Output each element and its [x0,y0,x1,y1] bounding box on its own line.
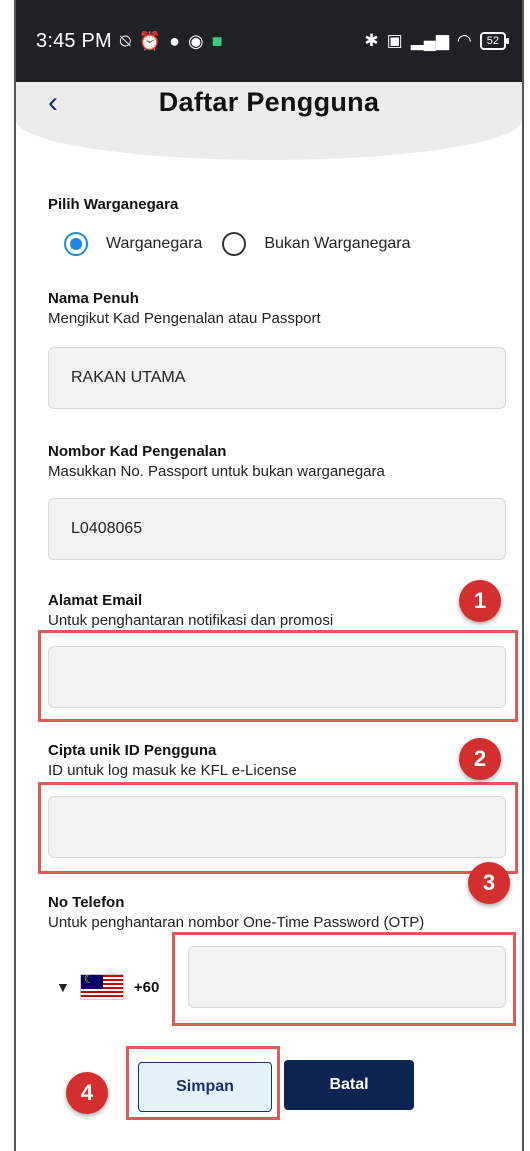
phone-label: No Telefon [48,894,125,911]
malaysia-flag-icon [79,974,124,1000]
phone-screen: 3:45 PM ⍉ ⏰ ● ◉ ■ ✱ ▣ ▂▄▆ ◠ 52 ‹ Daftar … [14,0,524,1151]
annotation-badge-1: 1 [459,580,501,622]
cancel-button[interactable]: Batal [284,1060,414,1110]
user-id-field[interactable] [48,796,506,858]
citizenship-radio-group: Warganegara Bukan Warganegara [64,232,431,256]
annotation-badge-2: 2 [459,738,501,780]
country-code: +60 [133,978,160,996]
phone-hint: Untuk penghantaran nombor One-Time Passw… [48,914,425,931]
ic-number-field[interactable]: L0408065 [48,498,506,560]
user-id-hint: ID untuk log masuk ke KFL e-License [48,762,297,779]
wifi-icon: ◠ [456,31,472,50]
notification-muted-icon: ⍉ [119,31,131,51]
status-bar: 3:45 PM ⍉ ⏰ ● ◉ ■ ✱ ▣ ▂▄▆ ◠ 52 [16,0,522,82]
signal-icon: ▂▄▆ [410,31,449,50]
annotation-badge-4: 4 [66,1072,108,1114]
user-id-label: Cipta unik ID Pengguna [48,742,217,759]
bluetooth-icon: ✱ [364,31,379,50]
alarm-icon: ⏰ [138,31,162,51]
battery-icon: 52 [479,32,510,50]
country-code-selector[interactable]: ▼ +60 [56,974,159,1000]
app-notification-icon: ● [169,31,180,51]
full-name-label: Nama Penuh [48,290,139,307]
volte-icon: ▣ [386,31,403,50]
status-time: 3:45 PM [36,29,112,52]
app-header: ‹ Daftar Pengguna [16,82,522,160]
ic-number-label: Nombor Kad Pengenalan [48,443,227,460]
status-left: 3:45 PM ⍉ ⏰ ● ◉ ■ [36,30,223,53]
radio-bukan-warganegara-label[interactable]: Bukan Warganegara [264,235,410,253]
radio-bukan-warganegara[interactable] [222,232,247,256]
radio-dot [70,238,82,250]
page-title: Daftar Pengguna [158,87,380,117]
full-name-field[interactable]: RAKAN UTAMA [48,347,506,409]
ic-number-hint: Masukkan No. Passport untuk bukan wargan… [48,463,385,480]
save-button[interactable]: Simpan [138,1062,272,1112]
caret-down-icon: ▼ [56,979,70,995]
email-label: Alamat Email [48,592,143,609]
app-notification-icon: ■ [211,31,223,51]
full-name-hint: Mengikut Kad Pengenalan atau Passport [48,310,321,327]
status-right: ✱ ▣ ▂▄▆ ◠ 52 [364,31,510,51]
radio-warganegara-label[interactable]: Warganegara [106,235,202,253]
email-hint: Untuk penghantaran notifikasi dan promos… [48,612,334,629]
annotation-badge-3: 3 [468,862,510,904]
phone-number-field[interactable] [188,946,506,1008]
email-field[interactable] [48,646,506,708]
app-notification-icon: ◉ [188,31,204,51]
citizenship-label: Pilih Warganegara [48,196,179,213]
radio-warganegara[interactable] [64,232,88,256]
